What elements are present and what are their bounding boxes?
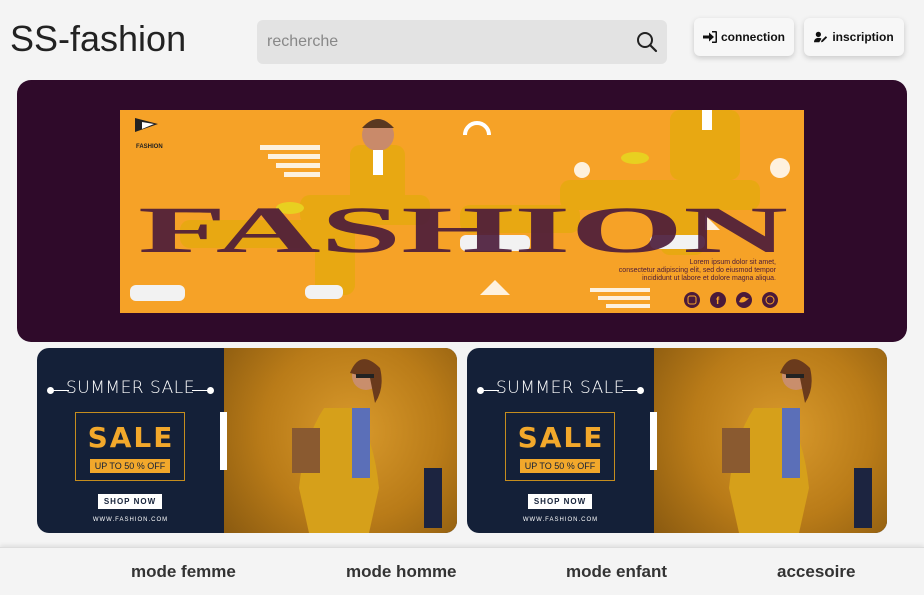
shop-now-button[interactable]: SHOP NOW bbox=[528, 494, 592, 509]
instagram-icon bbox=[684, 292, 700, 308]
sale-heading: SALE bbox=[87, 421, 175, 454]
poster-brand-mark: FASHION bbox=[136, 144, 163, 150]
category-nav: mode femme mode homme mode enfant acceso… bbox=[0, 547, 924, 595]
search-input[interactable] bbox=[267, 33, 627, 51]
twitter-icon bbox=[736, 292, 752, 308]
hero-carousel[interactable]: FASHION FASHION Lorem ipsum dolor sit am… bbox=[17, 80, 907, 342]
poster-body-line1: Lorem ipsum dolor sit amet, bbox=[690, 259, 776, 266]
poster-headline: FASHION bbox=[138, 194, 788, 267]
connection-button[interactable]: connection bbox=[694, 18, 794, 56]
facebook-icon: f bbox=[710, 292, 726, 308]
offer-label: UP TO 50 % OFF bbox=[520, 459, 600, 473]
summer-sale-banner[interactable]: SUMMER SALE SALE UP TO 50 % OFF SHOP NOW… bbox=[467, 348, 887, 533]
sale-heading: SALE bbox=[517, 421, 605, 454]
summer-sale-banner[interactable]: SUMMER SALE SALE UP TO 50 % OFF SHOP NOW… bbox=[37, 348, 457, 533]
whatsapp-icon bbox=[762, 292, 778, 308]
banner-website: WWW.FASHION.COM bbox=[522, 517, 599, 523]
shop-now-button[interactable]: SHOP NOW bbox=[98, 494, 162, 509]
nav-mode-femme[interactable]: mode femme bbox=[131, 562, 236, 582]
poster-body-line3: incididunt ut labore et dolore magna ali… bbox=[642, 275, 776, 282]
inscription-button[interactable]: inscription bbox=[804, 18, 904, 56]
offer-label: UP TO 50 % OFF bbox=[90, 459, 170, 473]
fashion-poster: FASHION FASHION Lorem ipsum dolor sit am… bbox=[120, 110, 804, 313]
connection-label: connection bbox=[720, 30, 785, 44]
sign-in-icon bbox=[702, 31, 717, 43]
poster-body-line2: consectetur adipiscing elit, sed do eius… bbox=[619, 267, 777, 274]
user-edit-icon bbox=[814, 31, 828, 43]
inscription-label: inscription bbox=[832, 30, 894, 44]
site-logo[interactable]: SS-fashion bbox=[10, 18, 186, 60]
search-bar bbox=[257, 20, 667, 64]
model-photo bbox=[654, 348, 887, 533]
search-icon[interactable] bbox=[635, 30, 659, 54]
banner-title: SUMMER SALE bbox=[496, 378, 625, 398]
nav-accesoire[interactable]: accesoire bbox=[777, 562, 855, 582]
sale-box: SALE UP TO 50 % OFF bbox=[75, 412, 185, 481]
model-photo bbox=[224, 348, 457, 533]
banner-title: SUMMER SALE bbox=[66, 378, 195, 398]
sale-box: SALE UP TO 50 % OFF bbox=[505, 412, 615, 481]
nav-mode-homme[interactable]: mode homme bbox=[346, 562, 457, 582]
nav-mode-enfant[interactable]: mode enfant bbox=[566, 562, 667, 582]
banner-website: WWW.FASHION.COM bbox=[92, 517, 169, 523]
